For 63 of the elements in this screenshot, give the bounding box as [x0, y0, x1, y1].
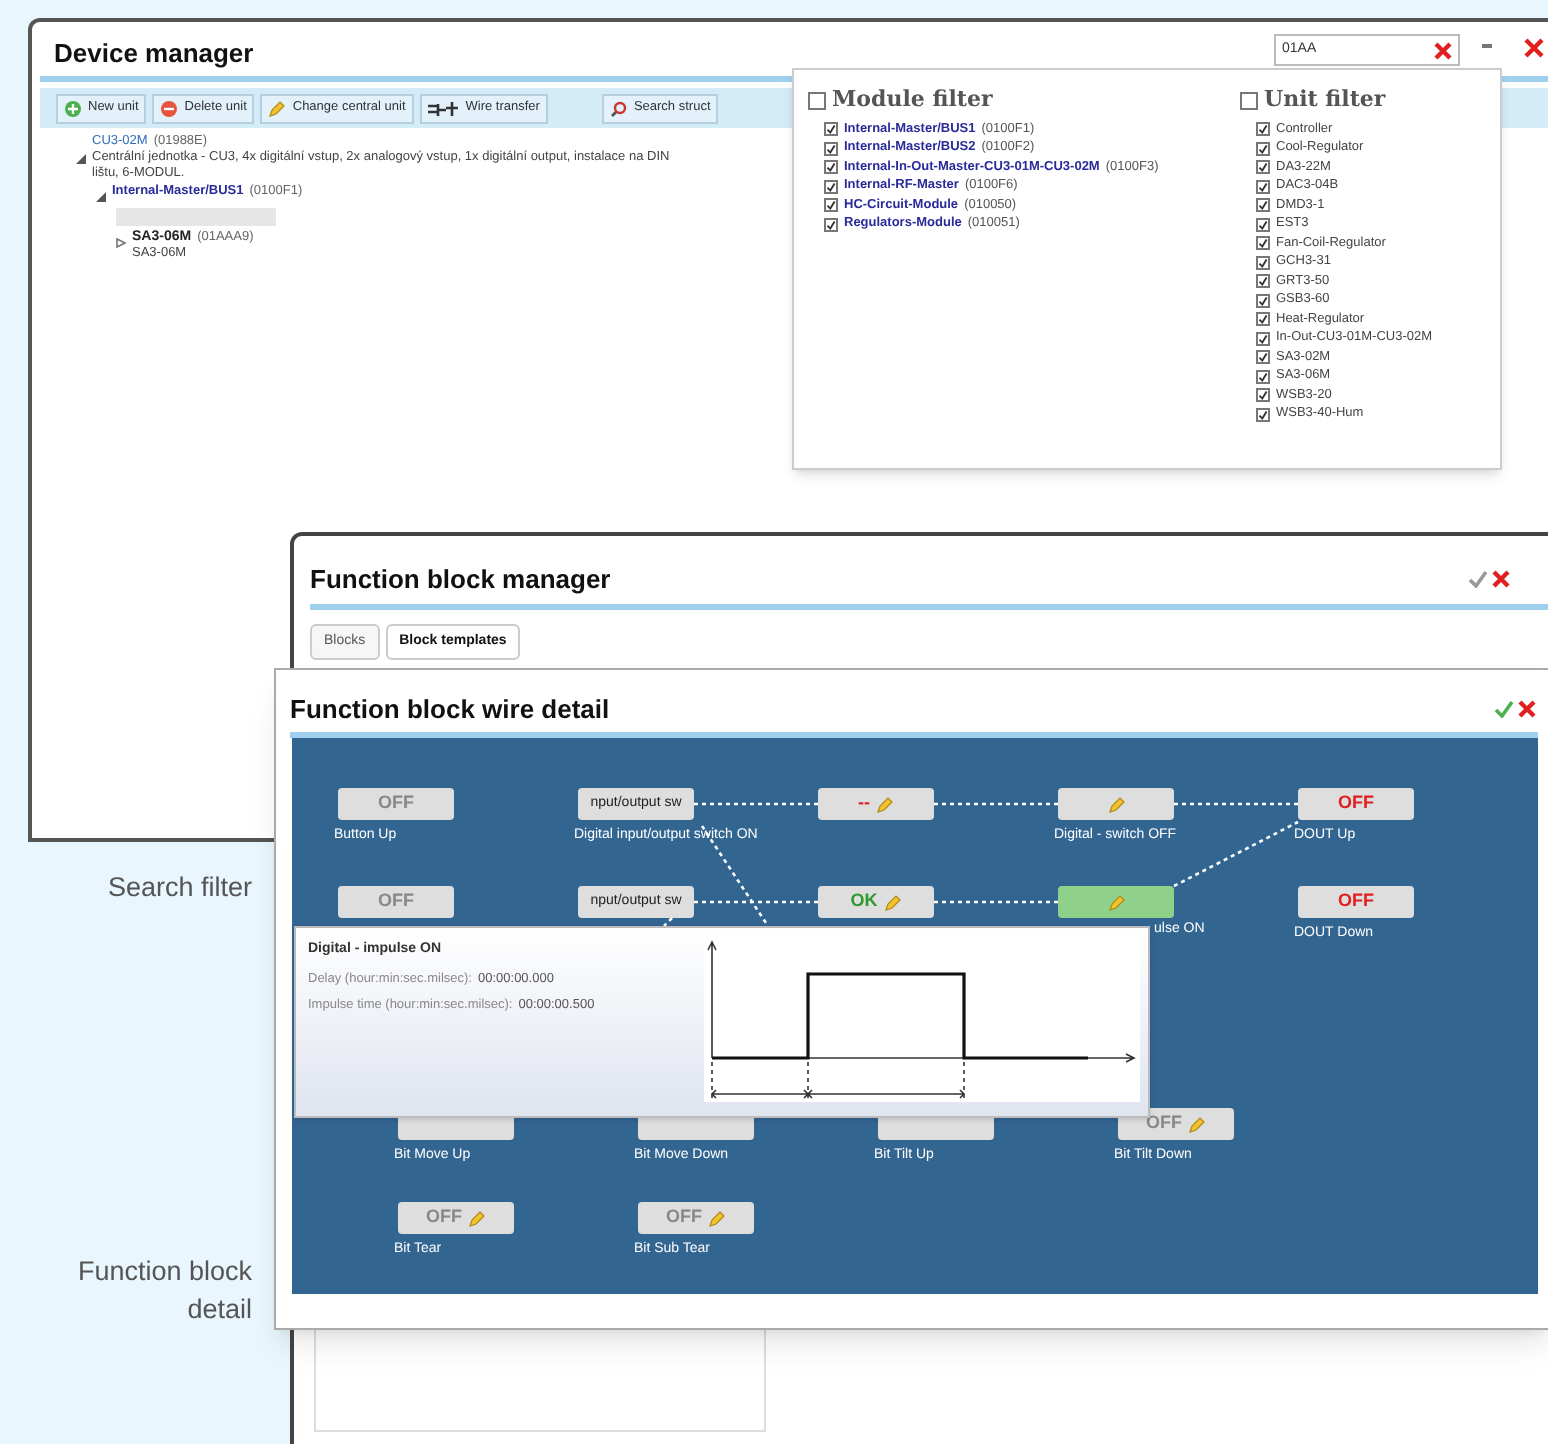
annotation-label: Function block detail — [75, 1254, 252, 1328]
close-icon[interactable] — [1524, 38, 1544, 58]
connector-line — [1174, 802, 1298, 806]
pencil-icon — [468, 1209, 486, 1227]
window-title: Function block manager — [310, 564, 611, 594]
checkbox[interactable] — [1256, 293, 1270, 307]
pencil-icon — [883, 893, 902, 911]
checkbox[interactable] — [1256, 217, 1270, 231]
connector-line — [1173, 820, 1299, 888]
annotation-label: Search filter — [105, 870, 252, 906]
checkbox[interactable] — [824, 179, 838, 193]
checkbox[interactable] — [1256, 160, 1270, 174]
block-node[interactable] — [1058, 788, 1174, 820]
checkbox[interactable] — [1256, 141, 1270, 155]
checkbox[interactable] — [1256, 198, 1270, 212]
checkbox[interactable] — [824, 122, 838, 136]
pencil-icon — [876, 795, 894, 813]
close-icon[interactable] — [1492, 570, 1510, 588]
check-icon[interactable] — [1468, 570, 1488, 588]
minus-circle-icon — [160, 99, 179, 117]
checkbox[interactable] — [1256, 407, 1270, 421]
filter-heading: Module filter — [832, 88, 993, 112]
checkbox[interactable] — [1240, 91, 1258, 109]
checkbox[interactable] — [824, 141, 838, 155]
checkbox[interactable] — [1256, 274, 1270, 288]
collapse-icon[interactable] — [76, 154, 86, 164]
block-node[interactable]: OFF — [1298, 788, 1414, 820]
connector-line — [694, 802, 818, 806]
checkbox[interactable] — [824, 217, 838, 231]
block-node[interactable]: OFF — [1298, 886, 1414, 918]
checkbox[interactable] — [1256, 350, 1270, 364]
checkbox[interactable] — [1256, 122, 1270, 136]
checkbox[interactable] — [1256, 388, 1270, 402]
window-title: Function block wire detail — [290, 694, 610, 724]
connector-line — [663, 917, 673, 927]
clear-icon[interactable] — [1434, 41, 1452, 59]
check-icon[interactable] — [1494, 700, 1514, 718]
checkbox[interactable] — [1256, 179, 1270, 193]
checkbox[interactable] — [1256, 255, 1270, 269]
checkbox[interactable] — [1256, 369, 1270, 383]
pencil-icon — [1107, 795, 1125, 813]
block-node[interactable] — [1058, 886, 1174, 918]
connector-line — [934, 802, 1058, 806]
pencil-icon — [1188, 1115, 1206, 1133]
checkbox[interactable] — [808, 91, 826, 109]
plus-circle-icon — [64, 99, 82, 117]
checkbox[interactable] — [1256, 331, 1270, 345]
window-title: Device manager — [54, 38, 254, 68]
collapse-icon[interactable] — [96, 192, 106, 202]
checkbox[interactable] — [824, 160, 838, 174]
search-icon — [609, 99, 628, 117]
block-node[interactable]: -- — [818, 788, 934, 820]
connector-line — [934, 900, 1058, 904]
wire-icon — [427, 99, 460, 117]
checkbox[interactable] — [824, 198, 838, 212]
checkbox[interactable] — [1256, 312, 1270, 326]
pencil-icon — [1107, 893, 1125, 911]
pencil-icon — [268, 99, 287, 117]
pencil-icon — [708, 1209, 726, 1227]
close-icon[interactable] — [1518, 700, 1536, 718]
filter-heading: Unit filter — [1264, 88, 1386, 112]
expand-icon[interactable] — [116, 238, 126, 248]
checkbox[interactable] — [1256, 236, 1270, 250]
